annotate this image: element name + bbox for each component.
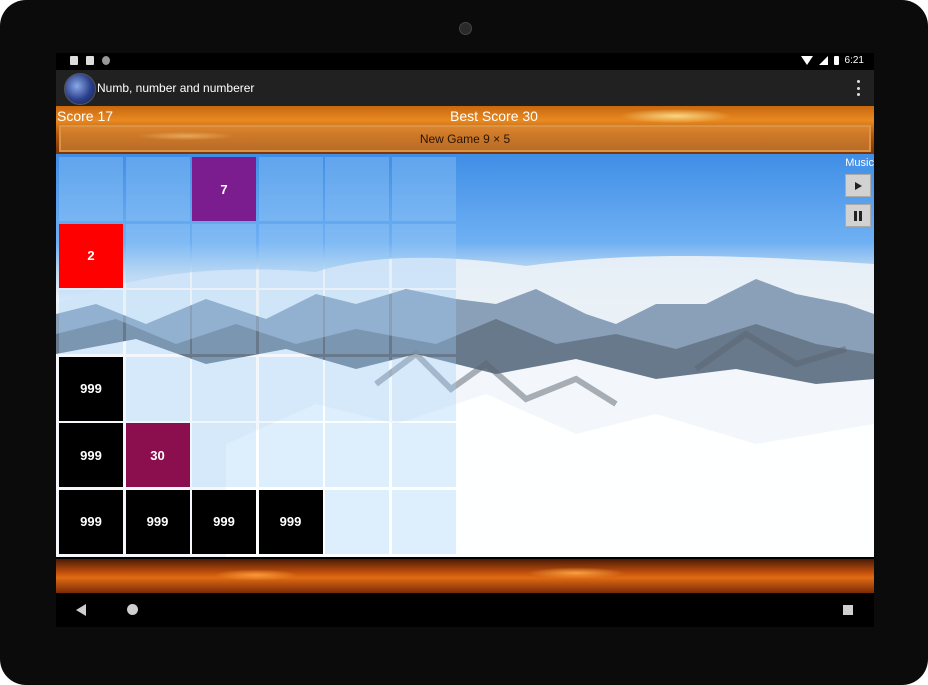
app-title: Numb, number and numberer [97, 81, 255, 95]
board-cell[interactable] [391, 356, 456, 421]
sync-icon [102, 56, 110, 65]
game-board[interactable]: 7 2 999 999 30 999 999 999 999 [56, 154, 459, 557]
board-cell[interactable] [258, 157, 323, 221]
board-cell[interactable] [325, 423, 389, 487]
music-label: Music [845, 157, 874, 169]
board-cell[interactable] [258, 290, 323, 354]
overflow-menu-icon[interactable] [856, 80, 860, 96]
front-camera [459, 22, 472, 35]
score-bar: Score 17 Best Score 30 New Game 9 × 5 [56, 106, 874, 154]
battery-icon [833, 56, 839, 65]
back-icon[interactable] [76, 604, 86, 616]
navigation-bar [56, 593, 874, 627]
sd-card-icon [86, 56, 94, 65]
board-cell[interactable] [258, 223, 323, 288]
board-cell[interactable] [391, 423, 456, 487]
app-bar: Numb, number and numberer [56, 70, 874, 106]
clock: 6:21 [844, 55, 864, 66]
board-cell[interactable] [59, 290, 123, 354]
music-play-button[interactable] [845, 174, 871, 197]
number-tile[interactable]: 7 [192, 157, 256, 221]
board-cell[interactable] [391, 157, 456, 221]
board-cell[interactable] [258, 356, 323, 421]
signal-icon [818, 56, 828, 65]
number-tile[interactable]: 2 [59, 223, 123, 288]
best-score: Best Score 30 [450, 108, 538, 124]
board-cell[interactable] [325, 157, 389, 221]
game-area: 7 2 999 999 30 999 999 999 999 Music [56, 154, 874, 557]
home-icon[interactable] [127, 604, 138, 615]
board-cell[interactable] [125, 223, 190, 288]
app-logo-icon [64, 73, 96, 105]
play-icon [854, 181, 862, 190]
board-cell[interactable] [125, 290, 190, 354]
board-cell[interactable] [391, 223, 456, 288]
board-cell[interactable] [125, 356, 190, 421]
bottom-banner [56, 559, 874, 593]
board-cell[interactable] [192, 423, 256, 487]
number-tile[interactable]: 999 [59, 356, 123, 421]
number-tile[interactable]: 999 [59, 423, 123, 487]
board-cell[interactable] [391, 489, 456, 554]
board-cell[interactable] [125, 157, 190, 221]
board-cell[interactable] [59, 157, 123, 221]
board-cell[interactable] [192, 290, 256, 354]
board-cell[interactable] [258, 423, 323, 487]
board-cell[interactable] [325, 489, 389, 554]
board-cell[interactable] [325, 223, 389, 288]
new-game-button[interactable]: New Game 9 × 5 [59, 125, 871, 152]
board-cell[interactable] [192, 356, 256, 421]
music-pause-button[interactable] [845, 204, 871, 227]
board-cell[interactable] [391, 290, 456, 354]
board-cell[interactable] [325, 290, 389, 354]
current-score: Score 17 [57, 108, 114, 124]
number-tile[interactable]: 999 [125, 489, 190, 554]
number-tile[interactable]: 999 [192, 489, 256, 554]
notification-icon [70, 56, 78, 65]
board-cell[interactable] [325, 356, 389, 421]
board-cell[interactable] [192, 223, 256, 288]
number-tile[interactable]: 30 [125, 423, 190, 487]
screen: 6:21 Numb, number and numberer Score 17 … [56, 53, 874, 593]
wifi-icon [800, 56, 813, 65]
recent-apps-icon[interactable] [843, 605, 853, 615]
number-tile[interactable]: 999 [258, 489, 323, 554]
status-bar: 6:21 [56, 53, 874, 70]
number-tile[interactable]: 999 [59, 489, 123, 554]
pause-icon [854, 210, 862, 221]
